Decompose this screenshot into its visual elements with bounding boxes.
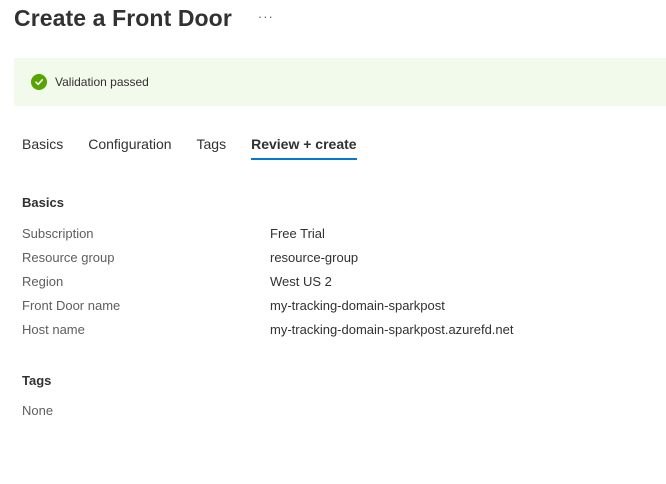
tab-review-create[interactable]: Review + create — [251, 136, 358, 160]
resource-group-label: Resource group — [22, 250, 115, 265]
page-title: Create a Front Door — [14, 5, 232, 31]
create-front-door-page: Create a Front Door ··· Validation passe… — [0, 0, 666, 484]
subscription-label: Subscription — [22, 226, 94, 241]
front-door-name-label: Front Door name — [22, 298, 121, 313]
tab-strip: Basics Configuration Tags Review + creat… — [22, 136, 382, 160]
check-circle-icon — [31, 74, 47, 90]
tab-basics[interactable]: Basics — [22, 136, 63, 160]
tags-section-heading: Tags — [22, 373, 52, 388]
host-name-value: my-tracking-domain-sparkpost.azurefd.net — [270, 322, 514, 337]
host-name-label: Host name — [22, 322, 85, 337]
tab-tags[interactable]: Tags — [197, 136, 227, 160]
more-options-button[interactable]: ··· — [258, 2, 274, 34]
tags-value: None — [22, 403, 54, 418]
page-header: Create a Front Door ··· — [14, 2, 274, 34]
region-value: West US 2 — [270, 274, 332, 289]
tab-configuration[interactable]: Configuration — [88, 136, 171, 160]
subscription-value: Free Trial — [270, 226, 325, 241]
resource-group-value: resource-group — [270, 250, 359, 265]
basics-section-heading: Basics — [22, 195, 64, 210]
front-door-name-value: my-tracking-domain-sparkpost — [270, 298, 445, 313]
region-label: Region — [22, 274, 64, 289]
validation-banner: Validation passed — [14, 58, 666, 106]
validation-message: Validation passed — [55, 75, 149, 89]
